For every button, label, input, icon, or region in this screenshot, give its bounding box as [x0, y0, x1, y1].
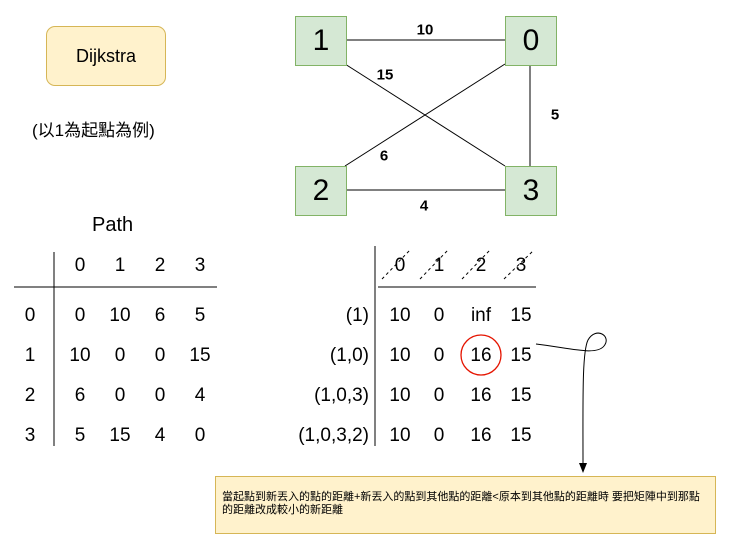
dist-col-header: 0 [394, 255, 406, 276]
node-2: 2 [295, 166, 347, 216]
path-cell: 0 [114, 385, 126, 406]
path-cell: 10 [109, 305, 131, 326]
path-cell: 10 [69, 345, 91, 366]
dist-cell: 0 [433, 345, 445, 366]
node-0: 0 [505, 16, 557, 66]
dist-cell: 0 [433, 425, 445, 446]
dist-cell-highlighted: 16 [470, 345, 492, 366]
dist-cell: 10 [389, 425, 411, 446]
path-cell: 4 [194, 385, 206, 406]
path-cell: 0 [154, 345, 166, 366]
path-col-header: 1 [114, 255, 126, 276]
dist-cell: 15 [510, 305, 532, 326]
node-3: 3 [505, 166, 557, 216]
path-cell: 0 [154, 385, 166, 406]
dist-cell: 15 [510, 385, 532, 406]
path-cell: 15 [189, 345, 211, 366]
dist-cell: inf [470, 305, 492, 326]
dist-cell: 10 [389, 385, 411, 406]
edge-label-2-0: 6 [379, 147, 389, 165]
edge-label-1-3: 15 [376, 66, 394, 84]
node-1: 1 [295, 16, 347, 66]
path-row-header: 2 [24, 385, 36, 406]
note-text: 當起點到新丟入的點的距離+新丟入的點到其他點的距離<原本到其他點的距離時 要把矩… [222, 491, 700, 516]
path-col-header: 2 [154, 255, 166, 276]
dist-cell: 0 [433, 385, 445, 406]
dist-cell: 16 [470, 385, 492, 406]
note-box: 當起點到新丟入的點的距離+新丟入的點到其他點的距離<原本到其他點的距離時 要把矩… [215, 476, 716, 534]
path-row-header: 3 [24, 425, 36, 446]
dist-cell: 10 [389, 345, 411, 366]
dist-cell: 10 [389, 305, 411, 326]
path-cell: 6 [154, 305, 166, 326]
callout-arrowhead [579, 463, 587, 473]
dist-row-header: (1,0,3) [314, 385, 369, 406]
path-cell: 6 [74, 385, 86, 406]
dist-cell: 0 [433, 305, 445, 326]
path-cell: 5 [74, 425, 86, 446]
edge-label-0-3: 5 [550, 106, 560, 124]
path-cell: 0 [114, 345, 126, 366]
path-cell: 4 [154, 425, 166, 446]
dist-cell: 15 [510, 425, 532, 446]
path-row-header: 1 [24, 345, 36, 366]
edge-label-1-0: 10 [416, 21, 434, 39]
path-col-header: 0 [74, 255, 86, 276]
path-cell: 15 [109, 425, 131, 446]
diagram-lines [14, 39, 607, 473]
dist-col-header: 2 [475, 255, 487, 276]
path-cell: 0 [74, 305, 86, 326]
dist-row-header: (1,0,3,2) [298, 425, 369, 446]
path-table-title: Path [92, 214, 134, 236]
dist-cell: 16 [470, 425, 492, 446]
path-cell: 0 [194, 425, 206, 446]
dist-col-header: 1 [433, 255, 445, 276]
dist-col-header: 3 [515, 255, 527, 276]
dist-cell: 15 [510, 345, 532, 366]
edge-label-2-3: 4 [419, 197, 429, 215]
callout-arrow [535, 332, 607, 466]
path-cell: 5 [194, 305, 206, 326]
path-col-header: 3 [194, 255, 206, 276]
dist-row-header: (1) [345, 305, 369, 326]
dist-row-header: (1,0) [329, 345, 369, 366]
path-row-header: 0 [24, 305, 36, 326]
